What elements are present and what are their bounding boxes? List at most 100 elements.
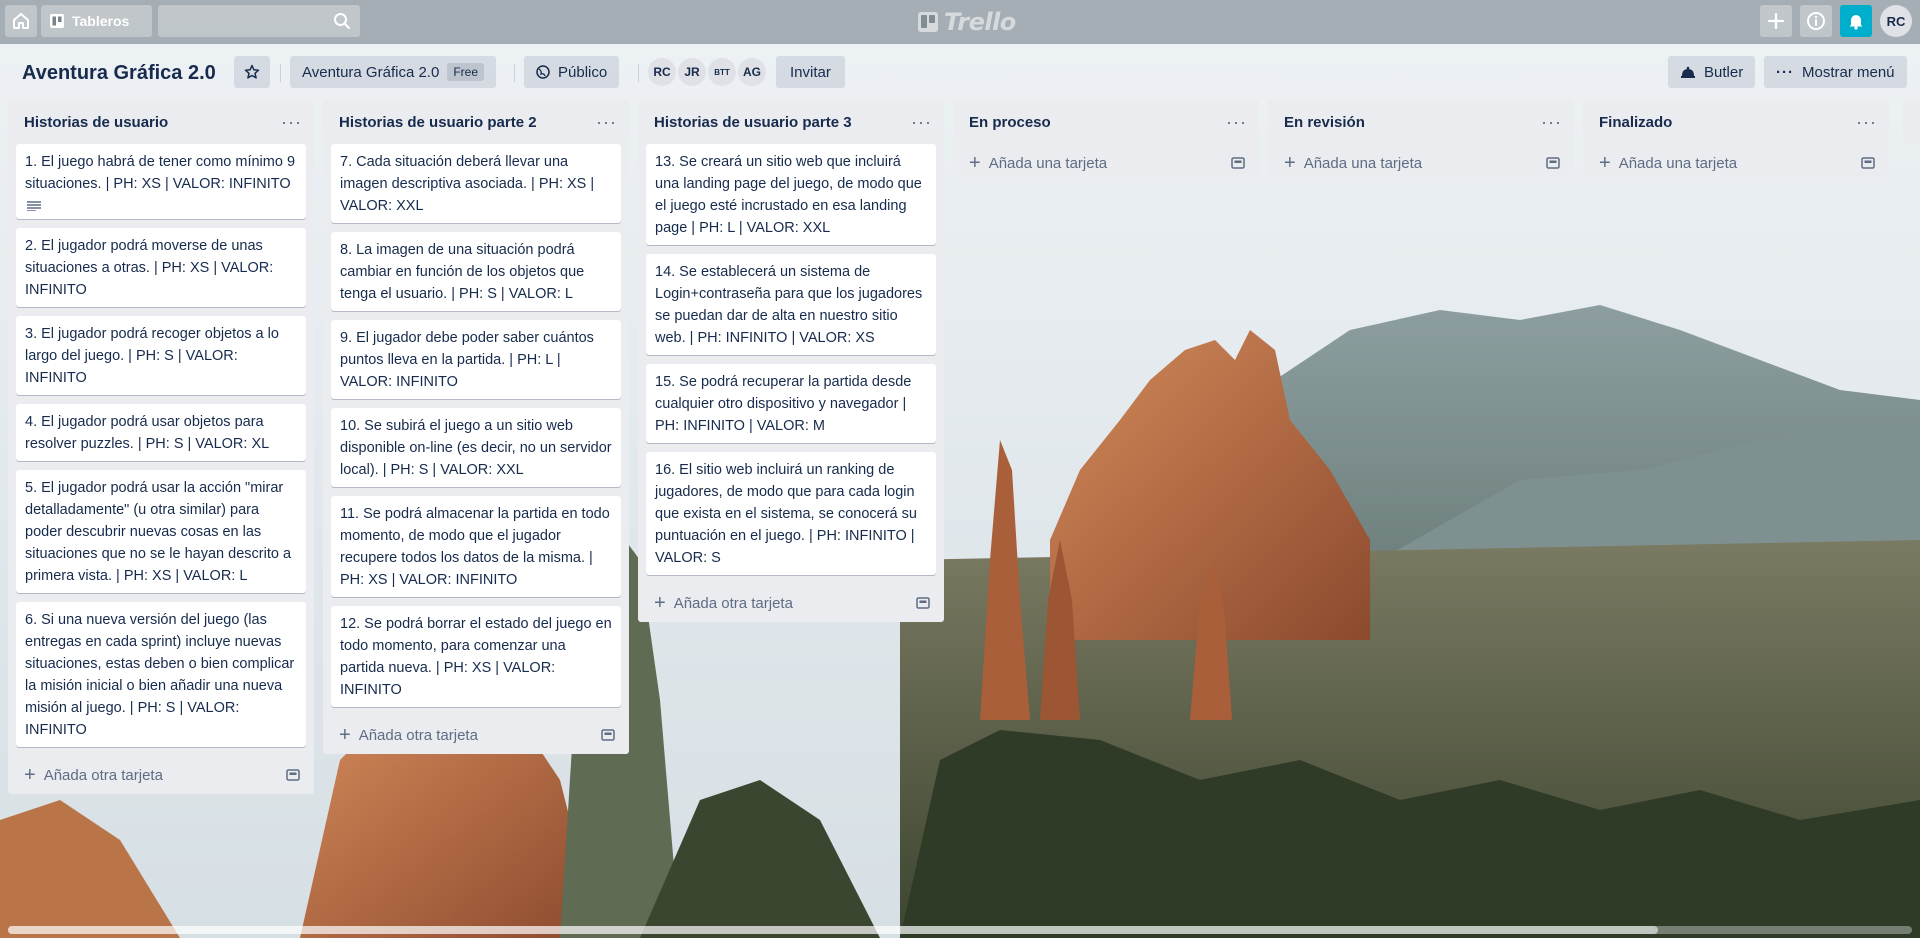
- add-card-label: Añada una tarjeta: [988, 154, 1108, 172]
- search-icon[interactable]: [333, 12, 351, 30]
- card[interactable]: 1. El juego habrá de tener como mínimo 9…: [16, 144, 306, 219]
- card[interactable]: 9. El jugador debe poder saber cuántos p…: [331, 320, 621, 399]
- member-avatar[interactable]: JR: [678, 58, 706, 86]
- add-card-button[interactable]: + Añada otra tarjeta: [646, 584, 936, 622]
- search-box[interactable]: [158, 5, 360, 37]
- card[interactable]: 3. El jugador podrá recoger objetos a lo…: [16, 316, 306, 395]
- card-template-icon[interactable]: [1861, 157, 1875, 169]
- list-title[interactable]: Historias de usuario parte 3: [654, 114, 852, 131]
- list-menu-icon[interactable]: ···: [281, 113, 302, 131]
- list-title[interactable]: Historias de usuario: [24, 114, 168, 131]
- add-card-button[interactable]: + Añada una tarjeta: [1591, 144, 1881, 182]
- info-button[interactable]: [1800, 5, 1832, 37]
- logo-text: Trello: [944, 8, 1016, 36]
- add-card-label: Añada una tarjeta: [1303, 154, 1423, 172]
- card-template-icon[interactable]: [1231, 157, 1245, 169]
- add-card-label: Añada otra tarjeta: [673, 594, 793, 612]
- boards-icon: [50, 14, 64, 28]
- list-title[interactable]: Historias de usuario parte 2: [339, 114, 537, 131]
- list-header[interactable]: En revisión ···: [1276, 100, 1566, 144]
- card[interactable]: 13. Se creará un sitio web que incluirá …: [646, 144, 936, 245]
- invite-button[interactable]: Invitar: [776, 56, 845, 88]
- add-list-button[interactable]: [1903, 100, 1920, 144]
- list-title[interactable]: En revisión: [1284, 114, 1365, 131]
- card[interactable]: 6. Si una nueva versión del juego (las e…: [16, 602, 306, 747]
- card-template-icon[interactable]: [601, 729, 615, 741]
- list-header[interactable]: Historias de usuario parte 2 ···: [331, 100, 621, 144]
- star-board-button[interactable]: [234, 56, 270, 88]
- board-members: RC JR BTT AG: [648, 58, 766, 86]
- card[interactable]: 7. Cada situación deberá llevar una imag…: [331, 144, 621, 223]
- plus-icon: +: [654, 592, 666, 614]
- visibility-label: Público: [558, 63, 608, 81]
- visibility-button[interactable]: Público: [524, 56, 620, 88]
- add-card-button[interactable]: + Añada una tarjeta: [961, 144, 1251, 182]
- list-en-revision: En revisión ··· + Añada una tarjeta: [1268, 100, 1574, 182]
- list-finalizado: Finalizado ··· + Añada una tarjeta: [1583, 100, 1889, 182]
- list-menu-icon[interactable]: ···: [1856, 113, 1877, 131]
- list-menu-icon[interactable]: ···: [911, 113, 932, 131]
- list-header[interactable]: En proceso ···: [961, 100, 1251, 144]
- divider: [514, 64, 515, 82]
- trello-logo[interactable]: Trello: [918, 8, 1016, 36]
- search-input[interactable]: [158, 5, 360, 37]
- list-header[interactable]: Historias de usuario ···: [16, 100, 306, 144]
- list-title[interactable]: Finalizado: [1599, 114, 1672, 131]
- list-en-proceso: En proceso ··· + Añada una tarjeta: [953, 100, 1259, 182]
- add-card-button[interactable]: + Añada otra tarjeta: [331, 716, 621, 754]
- board-title[interactable]: Aventura Gráfica 2.0: [22, 62, 216, 85]
- list-menu-icon[interactable]: ···: [1226, 113, 1247, 131]
- boards-button[interactable]: Tableros: [41, 5, 152, 37]
- list-header[interactable]: Historias de usuario parte 3 ···: [646, 100, 936, 144]
- add-card-label: Añada otra tarjeta: [358, 726, 478, 744]
- card-title: 12. Se podrá borrar el estado del juego …: [340, 616, 612, 698]
- list-header[interactable]: Finalizado ···: [1591, 100, 1881, 144]
- butler-label: Butler: [1704, 63, 1744, 81]
- show-menu-button[interactable]: ··· Mostrar menú: [1764, 56, 1907, 88]
- card[interactable]: 12. Se podrá borrar el estado del juego …: [331, 606, 621, 707]
- plus-icon: +: [1599, 152, 1611, 174]
- card-template-icon[interactable]: [916, 597, 930, 609]
- user-avatar[interactable]: RC: [1880, 5, 1912, 37]
- card[interactable]: 15. Se podrá recuperar la partida desde …: [646, 364, 936, 443]
- butler-button[interactable]: Butler: [1668, 56, 1756, 88]
- card[interactable]: 14. Se establecerá un sistema de Login+c…: [646, 254, 936, 355]
- plus-icon: +: [24, 764, 36, 786]
- notifications-button[interactable]: [1840, 5, 1872, 37]
- card[interactable]: 11. Se podrá almacenar la partida en tod…: [331, 496, 621, 597]
- team-button[interactable]: Aventura Gráfica 2.0 Free: [290, 56, 496, 88]
- list-menu-icon[interactable]: ···: [1541, 113, 1562, 131]
- card[interactable]: 4. El jugador podrá usar objetos para re…: [16, 404, 306, 461]
- card-title: 4. El jugador podrá usar objetos para re…: [25, 414, 270, 452]
- boards-label: Tableros: [72, 13, 130, 29]
- list-title[interactable]: En proceso: [969, 114, 1051, 131]
- list-menu-icon[interactable]: ···: [596, 113, 617, 131]
- add-card-button[interactable]: + Añada una tarjeta: [1276, 144, 1566, 182]
- card[interactable]: 10. Se subirá el juego a un sitio web di…: [331, 408, 621, 487]
- card-template-icon[interactable]: [286, 769, 300, 781]
- card-title: 7. Cada situación deberá llevar una imag…: [340, 154, 595, 214]
- card[interactable]: 2. El jugador podrá moverse de unas situ…: [16, 228, 306, 307]
- member-avatar[interactable]: RC: [648, 58, 676, 86]
- bell-icon: [1849, 15, 1863, 30]
- member-avatar[interactable]: BTT: [708, 58, 736, 86]
- card[interactable]: 16. El sitio web incluirá un ranking de …: [646, 452, 936, 575]
- plus-icon: [1767, 12, 1785, 30]
- create-button[interactable]: [1760, 5, 1792, 37]
- show-menu-label: Mostrar menú: [1802, 63, 1895, 81]
- scrollbar-thumb[interactable]: [8, 926, 1658, 934]
- add-card-button[interactable]: + Añada otra tarjeta: [16, 756, 306, 794]
- card-title: 1. El juego habrá de tener como mínimo 9…: [25, 154, 296, 192]
- more-icon: ···: [1776, 63, 1794, 81]
- plus-icon: +: [1284, 152, 1296, 174]
- home-button[interactable]: [5, 5, 37, 37]
- horizontal-scrollbar[interactable]: [8, 926, 1912, 934]
- card[interactable]: 8. La imagen de una situación podrá camb…: [331, 232, 621, 311]
- member-avatar[interactable]: AG: [738, 58, 766, 86]
- card-title: 8. La imagen de una situación podrá camb…: [340, 242, 585, 302]
- card[interactable]: 5. El jugador podrá usar la acción "mira…: [16, 470, 306, 593]
- card-template-icon[interactable]: [1546, 157, 1560, 169]
- app-header: Tableros Trello RC: [0, 0, 1920, 44]
- globe-icon: [536, 65, 550, 79]
- divider: [638, 64, 639, 82]
